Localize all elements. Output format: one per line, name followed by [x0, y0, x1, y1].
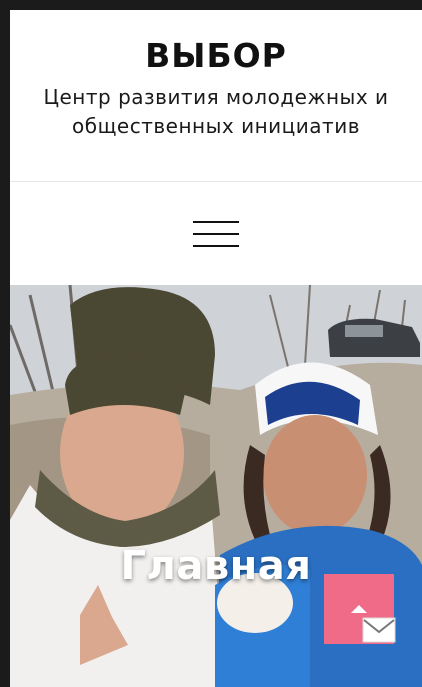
envelope-icon[interactable]: [362, 617, 396, 643]
site-tagline: Центр развития молодежных и общественных…: [43, 85, 389, 138]
hamburger-menu-icon[interactable]: [193, 220, 239, 247]
main-navigation: [10, 182, 422, 285]
chevron-up-icon: [351, 605, 367, 613]
site-header: ВЫБОР Центр развития молодежных и общест…: [10, 10, 422, 182]
site-title[interactable]: ВЫБОР: [10, 10, 422, 75]
